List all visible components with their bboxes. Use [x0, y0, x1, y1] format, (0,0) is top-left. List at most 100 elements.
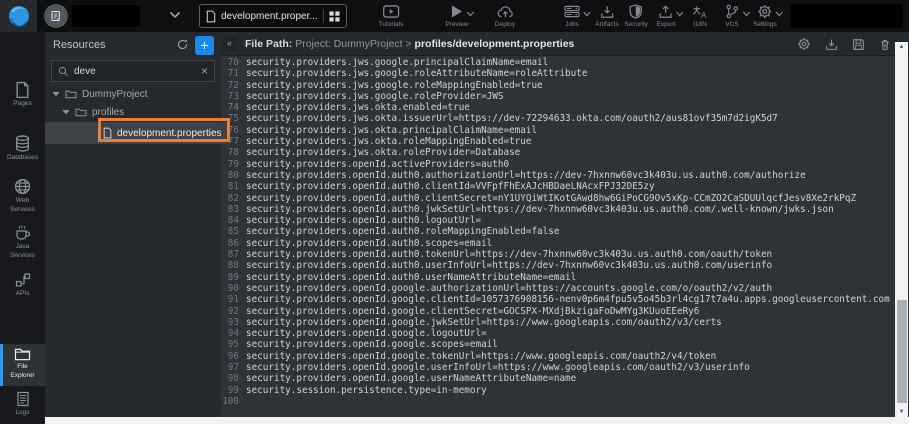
toolbar-item-artifacts[interactable]: Artifacts	[595, 4, 618, 28]
line-number: 72	[221, 80, 246, 91]
sidebar-item-label: WebServices	[10, 197, 35, 215]
delete-file-icon[interactable]	[879, 37, 891, 51]
toolbar-item-deploy[interactable]: Deploy	[495, 4, 515, 28]
artifacts-icon	[600, 4, 614, 19]
line-number: 93	[221, 317, 246, 328]
chevron-down-icon[interactable]	[583, 11, 591, 17]
web-services-icon	[14, 178, 31, 195]
open-file-tab[interactable]: development.proper...	[199, 4, 347, 28]
sidebar-item-logs[interactable]: Logs	[0, 388, 45, 418]
code-line: 98security.providers.openId.google.userN…	[221, 373, 909, 384]
collapse-panel-icon[interactable]: «	[223, 37, 236, 51]
tree-node-dummyproject[interactable]: DummyProject	[45, 86, 221, 102]
line-number: 74	[221, 102, 246, 113]
toolbar-item-security[interactable]: Security	[624, 4, 647, 28]
toolbar-item-i18n[interactable]: A I18N	[692, 4, 708, 28]
clear-search-icon[interactable]: ×	[201, 64, 208, 78]
line-number: 94	[221, 328, 246, 339]
line-number: 85	[221, 226, 246, 237]
code-line: 95security.providers.openId.google.scope…	[221, 339, 909, 350]
toolbar-item-vcs[interactable]: VCS	[725, 4, 740, 28]
sidebar-item-pages[interactable]: Pages	[0, 78, 45, 109]
scroll-up-arrow-icon[interactable]: ▲	[895, 44, 908, 50]
line-number: 86	[221, 238, 246, 249]
download-file-icon[interactable]	[825, 37, 838, 51]
editor-header: « File Path: Project: DummyProject > pro…	[221, 32, 909, 56]
resource-search-box: ×	[51, 60, 215, 82]
app-logo[interactable]	[0, 0, 37, 32]
file-icon	[103, 127, 112, 139]
code-line: 73security.providers.jws.google.roleProv…	[221, 91, 909, 102]
tree-node-label: profiles	[92, 107, 124, 118]
code-line: 89security.providers.openId.auth0.userNa…	[221, 272, 909, 283]
project-avatar[interactable]	[44, 4, 68, 28]
chevron-down-icon[interactable]	[743, 11, 751, 17]
chevron-down-icon[interactable]	[676, 11, 684, 17]
add-resource-button[interactable]: +	[195, 36, 214, 55]
toolbar-item-settings[interactable]: Settings	[753, 4, 777, 28]
folder-icon	[65, 89, 77, 99]
scroll-down-arrow-icon[interactable]: ▼	[895, 409, 908, 415]
line-number: 91	[221, 294, 246, 305]
tree-node-development-properties[interactable]: development.properties	[45, 122, 227, 144]
caret-down-icon[interactable]	[52, 90, 60, 98]
code-text: security.providers.openId.google.userNam…	[246, 373, 576, 384]
vertical-scrollbar-thumb[interactable]	[897, 300, 907, 403]
logs-icon	[16, 391, 30, 407]
toolbar-item-export[interactable]: Export	[657, 4, 676, 28]
code-line: 91security.providers.openId.google.clien…	[221, 294, 909, 305]
refresh-icon[interactable]	[176, 38, 189, 51]
sidebar-item-label: Databases	[7, 154, 38, 163]
svg-text:A: A	[701, 10, 707, 19]
code-text: security.providers.jws.google.roleProvid…	[246, 91, 503, 102]
toolbar-item-jobs[interactable]: Jobs	[564, 4, 580, 28]
code-line: 96security.providers.openId.google.token…	[221, 351, 909, 362]
save-file-icon[interactable]	[852, 37, 865, 51]
breadcrumb-prefix: File Path:	[245, 38, 292, 50]
chevron-down-icon[interactable]	[467, 11, 475, 17]
vertical-scrollbar[interactable]: ▲ ▼	[895, 42, 908, 417]
sidebar-item-java-services[interactable]: JavaServices	[0, 221, 45, 261]
toolbar-item-label: I18N	[693, 21, 707, 28]
code-text: security.providers.openId.google.tokenUr…	[246, 351, 716, 362]
toolbar-item-preview[interactable]: Preview	[445, 4, 468, 28]
resource-search-input[interactable]	[74, 66, 196, 77]
code-area[interactable]: 70security.providers.jws.google.principa…	[221, 57, 909, 424]
sidebar-item-web-services[interactable]: WebServices	[0, 175, 45, 215]
open-file-tab-label: development.proper...	[221, 11, 318, 22]
code-line: 77security.providers.jws.okta.roleMappin…	[221, 136, 909, 147]
caret-down-icon[interactable]	[62, 108, 70, 116]
pages-icon	[15, 81, 30, 98]
line-number: 83	[221, 204, 246, 215]
left-nav-sidebar: Pages Databases WebServices JavaServices API…	[0, 32, 45, 424]
sidebar-item-databases[interactable]: Databases	[0, 132, 45, 163]
code-text: security.providers.openId.google.clientI…	[246, 294, 890, 305]
code-text: security.providers.openId.auth0.clientSe…	[246, 193, 856, 204]
sidebar-item-apis[interactable]: APIs	[0, 269, 45, 299]
project-chevron-down-icon[interactable]	[169, 11, 181, 19]
code-text: security.providers.jws.google.roleMappin…	[246, 80, 543, 91]
tab-divider	[323, 9, 324, 23]
sidebar-item-label: Pages	[13, 100, 31, 109]
tree-node-profiles[interactable]: profiles	[45, 104, 221, 120]
code-text: security.providers.openId.auth0.logoutUr…	[246, 215, 481, 226]
code-line: 87security.providers.openId.auth0.tokenU…	[221, 249, 909, 260]
line-number: 71	[221, 68, 246, 79]
settings-icon	[758, 4, 773, 19]
code-line: 82security.providers.openId.auth0.client…	[221, 193, 909, 204]
code-text: security.providers.openId.google.jwkSetU…	[246, 317, 722, 328]
security-icon	[629, 4, 642, 19]
code-text: security.providers.jws.google.roleAttrib…	[246, 68, 587, 79]
toolbar-item-tutorials[interactable]: Tutorials	[379, 4, 404, 28]
chevron-down-icon[interactable]	[776, 11, 784, 17]
sidebar-item-file-explorer[interactable]: FileExplorer	[0, 344, 45, 386]
code-text: security.providers.openId.auth0.roleMapp…	[246, 226, 559, 237]
code-line: 75security.providers.jws.okta.issuerUrl=…	[221, 113, 909, 124]
code-line: 94security.providers.openId.google.logou…	[221, 328, 909, 339]
horizontal-scrollbar[interactable]	[45, 417, 909, 424]
code-line: 79security.providers.openId.activeProvid…	[221, 159, 909, 170]
file-settings-icon[interactable]	[797, 37, 811, 51]
code-text: security.providers.openId.activeProvider…	[246, 159, 509, 170]
grid-icon[interactable]	[329, 11, 340, 22]
sidebar-item-label: APIs	[16, 290, 30, 299]
